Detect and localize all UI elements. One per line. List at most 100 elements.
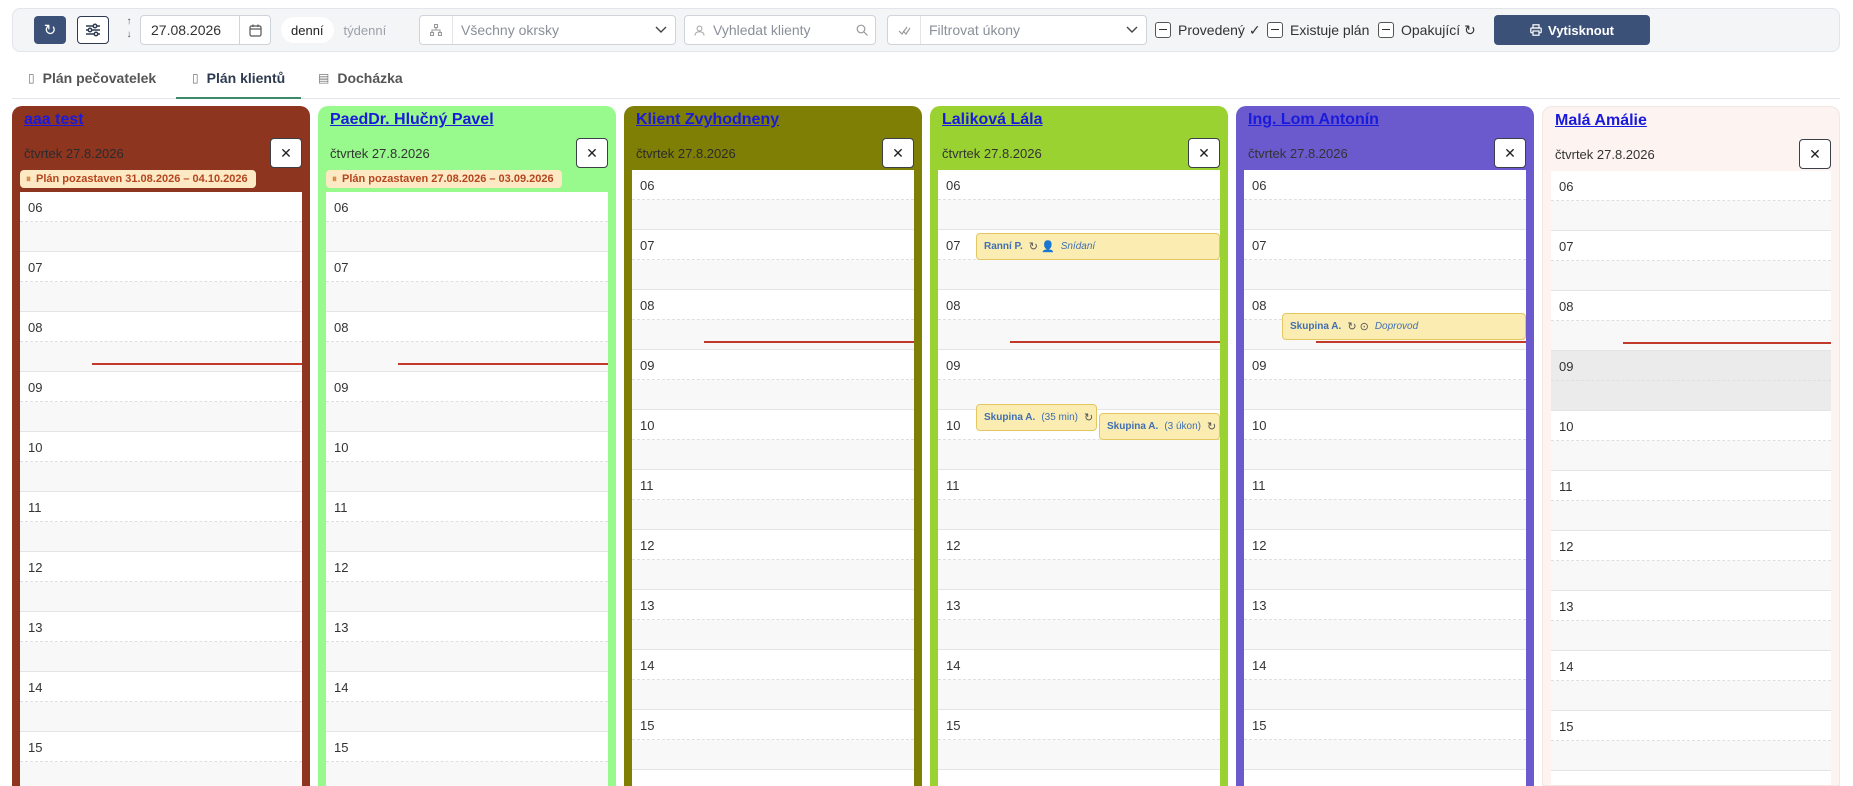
day-grid[interactable]: 06 07 08 09 10 11 12 13 14 15 [1551,171,1831,785]
half-hour-slot[interactable] [632,530,914,560]
half-hour-slot[interactable] [1551,441,1831,471]
filter-repeating-checkbox[interactable]: Opakující ↻ [1378,18,1476,42]
half-hour-slot[interactable] [632,200,914,230]
half-hour-slot[interactable] [326,732,608,762]
half-hour-slot[interactable] [1551,591,1831,621]
half-hour-slot[interactable] [326,402,608,432]
half-hour-slot[interactable] [632,290,914,320]
half-hour-slot[interactable] [20,492,302,522]
half-hour-slot[interactable] [938,260,1220,290]
half-hour-slot[interactable] [326,222,608,252]
day-grid[interactable]: 06 07 08 09 10 11 12 13 14 15 [632,170,914,786]
half-hour-slot[interactable] [326,372,608,402]
half-hour-slot[interactable] [1551,321,1831,351]
hour-slot[interactable]: 15 [20,732,302,786]
half-hour-slot[interactable] [632,350,914,380]
half-hour-slot[interactable] [1244,350,1526,380]
half-hour-slot[interactable] [1551,261,1831,291]
half-hour-slot[interactable] [938,530,1220,560]
half-hour-slot[interactable] [20,252,302,282]
client-search-input[interactable]: Vyhledat klienty [684,15,876,45]
half-hour-slot[interactable] [326,522,608,552]
half-hour-slot[interactable] [938,590,1220,620]
hour-slot[interactable]: 09 [1551,351,1831,411]
half-hour-slot[interactable] [632,230,914,260]
client-name-link[interactable]: Malá Amálie [1555,112,1647,130]
tristate-checkbox[interactable] [1267,22,1283,38]
half-hour-slot[interactable] [326,612,608,642]
half-hour-slot[interactable] [20,612,302,642]
hour-slot[interactable]: 10 [632,410,914,470]
print-button[interactable]: Vytisknout [1494,15,1650,45]
half-hour-slot[interactable] [938,680,1220,710]
half-hour-slot[interactable] [20,672,302,702]
view-daily[interactable]: denní [281,17,334,43]
half-hour-slot[interactable] [1551,231,1831,261]
schedule-event[interactable]: Ranní P. ↻ 👤 Snídaní [976,233,1220,260]
half-hour-slot[interactable] [326,762,608,786]
half-hour-slot[interactable] [1244,380,1526,410]
close-column-button[interactable]: ✕ [1799,139,1831,169]
hour-slot[interactable]: 09 [1244,350,1526,410]
schedule-event[interactable]: Skupina A. ↻ ⊙ Doprovod [1282,313,1526,340]
half-hour-slot[interactable] [326,432,608,462]
tristate-checkbox[interactable] [1155,22,1171,38]
day-grid[interactable]: 06 07 08 09 10 11 12 13 14 15 [20,192,302,786]
half-hour-slot[interactable] [326,492,608,522]
half-hour-slot[interactable] [1551,351,1831,381]
half-hour-slot[interactable] [1244,230,1526,260]
half-hour-slot[interactable] [632,500,914,530]
half-hour-slot[interactable] [1551,681,1831,711]
hour-slot[interactable]: 10 [326,432,608,492]
half-hour-slot[interactable] [326,672,608,702]
half-hour-slot[interactable] [938,500,1220,530]
tab-client-plan[interactable]: ▯ Plán klientů [176,58,302,99]
hour-slot[interactable]: 12 [632,530,914,590]
hour-slot[interactable]: 12 [20,552,302,612]
client-name-link[interactable]: Klient Zvyhodneny [636,111,779,129]
half-hour-slot[interactable] [20,762,302,786]
hour-slot[interactable]: 07 [326,252,608,312]
half-hour-slot[interactable] [1551,651,1831,681]
half-hour-slot[interactable] [20,462,302,492]
half-hour-slot[interactable] [938,290,1220,320]
hour-slot[interactable]: 09 [632,350,914,410]
close-column-button[interactable]: ✕ [1494,138,1526,168]
half-hour-slot[interactable] [1244,650,1526,680]
half-hour-slot[interactable] [632,410,914,440]
half-hour-slot[interactable] [1244,620,1526,650]
hour-slot[interactable]: 14 [1244,650,1526,710]
date-field[interactable]: 27.08.2026 [140,15,271,45]
half-hour-slot[interactable] [1551,471,1831,501]
half-hour-slot[interactable] [1244,410,1526,440]
half-hour-slot[interactable] [20,522,302,552]
half-hour-slot[interactable] [1244,710,1526,740]
hour-slot[interactable]: 07 [20,252,302,312]
settings-button[interactable] [77,16,109,44]
schedule-event[interactable]: Skupina A. ↻ (3 úkon) [1099,413,1220,440]
half-hour-slot[interactable] [20,342,302,372]
half-hour-slot[interactable] [20,642,302,672]
half-hour-slot[interactable] [938,470,1220,500]
half-hour-slot[interactable] [1551,561,1831,591]
half-hour-slot[interactable] [326,282,608,312]
half-hour-slot[interactable] [632,560,914,590]
client-name-link[interactable]: Ing. Lom Antonín [1248,111,1379,129]
hour-slot[interactable]: 09 [20,372,302,432]
tab-caregiver-plan[interactable]: ▯ Plán pečovatelek [28,58,156,97]
half-hour-slot[interactable] [20,702,302,732]
half-hour-slot[interactable] [1244,470,1526,500]
half-hour-slot[interactable] [938,620,1220,650]
half-hour-slot[interactable] [326,312,608,342]
client-name-link[interactable]: PaedDr. Hlučný Pavel [330,111,494,129]
hour-slot[interactable]: 06 [632,170,914,230]
half-hour-slot[interactable] [326,582,608,612]
calendar-icon[interactable] [239,16,270,44]
hour-slot[interactable]: 15 [326,732,608,786]
hour-slot[interactable]: 13 [20,612,302,672]
half-hour-slot[interactable] [632,440,914,470]
hour-slot[interactable]: 11 [1551,471,1831,531]
half-hour-slot[interactable] [1551,291,1831,321]
hour-slot[interactable]: 14 [326,672,608,732]
half-hour-slot[interactable] [1244,260,1526,290]
